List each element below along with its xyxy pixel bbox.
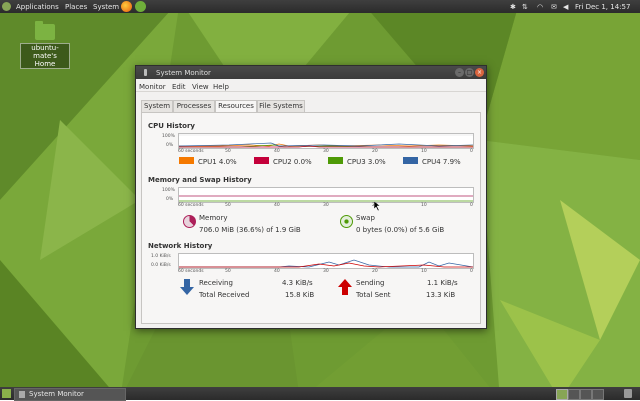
net-x-60: 60 seconds — [178, 269, 204, 274]
memory-graph — [178, 187, 474, 203]
bottom-panel: System Monitor — [0, 387, 640, 401]
network-graph — [178, 253, 474, 269]
mail-icon[interactable]: ✉ — [551, 3, 557, 11]
workspace-4[interactable] — [592, 389, 604, 400]
net-x-50: 50 — [225, 269, 231, 274]
mem-x-60: 60 seconds — [178, 203, 204, 208]
trash-icon[interactable] — [624, 389, 632, 398]
help-launcher-icon[interactable] — [135, 1, 146, 12]
cpu-y-min: 0% — [166, 143, 174, 148]
sending-label: Sending — [356, 279, 385, 287]
cpu-x-30: 30 — [323, 149, 329, 154]
cpu-y-max: 100% — [162, 134, 175, 139]
menu-places[interactable]: Places — [65, 3, 87, 11]
cpu-x-0: 0 — [470, 149, 473, 154]
top-panel: Applications Places System ✱ ⇅ ◠ ✉ ◀ Fri… — [0, 0, 640, 13]
resources-panel: CPU History 100% 0% 60 seconds 50 40 30 … — [141, 112, 481, 324]
menu-applications[interactable]: Applications — [16, 3, 59, 11]
bluetooth-icon[interactable]: ✱ — [510, 3, 516, 11]
memory-history-title: Memory and Swap History — [148, 176, 252, 184]
workspace-2[interactable] — [568, 389, 580, 400]
net-x-40: 40 — [274, 269, 280, 274]
mem-x-50: 50 — [225, 203, 231, 208]
show-desktop-icon[interactable] — [2, 389, 11, 398]
folder-icon — [35, 21, 55, 40]
mem-x-40: 40 — [274, 203, 280, 208]
swap-pie-icon[interactable] — [340, 215, 353, 228]
cpu-graph-lines — [178, 134, 474, 148]
desktop-home-icon[interactable]: ubuntu-mate's Home — [20, 21, 70, 69]
workspace-3[interactable] — [580, 389, 592, 400]
menu-monitor[interactable]: Monitor — [139, 83, 166, 91]
cpu-x-10: 10 — [421, 149, 427, 154]
menu-edit[interactable]: Edit — [172, 83, 186, 91]
distro-logo-icon[interactable] — [2, 2, 11, 11]
net-x-30: 30 — [323, 269, 329, 274]
taskbar-label: System Monitor — [29, 390, 84, 398]
memory-label: Memory — [199, 214, 228, 222]
firefox-launcher-icon[interactable] — [121, 1, 132, 12]
network-icon[interactable]: ⇅ — [522, 3, 528, 11]
clock[interactable]: Fri Dec 1, 14:57 — [575, 3, 630, 11]
menubar: Monitor Edit View Help — [136, 79, 486, 92]
workspace-1[interactable] — [556, 389, 568, 400]
mem-x-10: 10 — [421, 203, 427, 208]
menu-system[interactable]: System — [93, 3, 119, 11]
net-x-10: 10 — [421, 269, 427, 274]
memory-graph-lines — [179, 195, 473, 202]
network-graph-lines — [179, 259, 474, 268]
net-y-min: 0.0 KiB/s — [151, 263, 171, 268]
memory-pie-icon[interactable] — [183, 215, 196, 228]
minimize-button[interactable]: – — [455, 68, 464, 77]
maximize-button[interactable]: □ — [465, 68, 474, 77]
cpu-x-60: 60 seconds — [178, 149, 204, 154]
window-title: System Monitor — [156, 69, 211, 77]
desktop-icon-label: ubuntu-mate's Home — [20, 43, 70, 69]
cpu-graph — [178, 133, 474, 149]
cpu-x-20: 20 — [372, 149, 378, 154]
mem-x-0: 0 — [470, 203, 473, 208]
total-received-label: Total Received — [199, 291, 250, 299]
cpu-history-title: CPU History — [148, 122, 195, 130]
wifi-icon[interactable]: ◠ — [537, 3, 543, 11]
mem-y-min: 0% — [166, 197, 174, 202]
cpu3-label: CPU3 3.0% — [347, 158, 386, 166]
swap-value: 0 bytes (0.0%) of 5.6 GiB — [356, 226, 445, 234]
cpu4-label: CPU4 7.9% — [422, 158, 461, 166]
taskbar-app-icon — [19, 390, 25, 398]
cpu1-color-button[interactable] — [179, 157, 194, 164]
cpu2-label: CPU2 0.0% — [273, 158, 312, 166]
close-button[interactable]: × — [475, 68, 484, 77]
net-y-max: 1.0 KiB/s — [151, 254, 171, 259]
total-sent-label: Total Sent — [356, 291, 391, 299]
receiving-value: 4.3 KiB/s — [282, 279, 313, 287]
sending-arrow-icon[interactable] — [338, 279, 352, 295]
cpu-x-50: 50 — [225, 149, 231, 154]
cpu-x-40: 40 — [274, 149, 280, 154]
taskbar-system-monitor[interactable]: System Monitor — [14, 388, 126, 401]
memory-value: 706.0 MiB (36.6%) of 1.9 GiB — [199, 226, 301, 234]
cpu2-color-button[interactable] — [254, 157, 269, 164]
swap-label: Swap — [356, 214, 375, 222]
mem-y-max: 100% — [162, 188, 175, 193]
app-icon — [144, 69, 147, 76]
receiving-arrow-icon[interactable] — [180, 279, 194, 295]
menu-help[interactable]: Help — [213, 83, 229, 91]
menu-view[interactable]: View — [192, 83, 209, 91]
volume-icon[interactable]: ◀ — [563, 3, 568, 11]
system-monitor-window: System Monitor – □ × Monitor Edit View H… — [135, 65, 487, 329]
total-sent-value: 13.3 KiB — [426, 291, 456, 299]
net-x-20: 20 — [372, 269, 378, 274]
receiving-label: Receiving — [199, 279, 233, 287]
cpu4-color-button[interactable] — [403, 157, 418, 164]
sending-value: 1.1 KiB/s — [427, 279, 458, 287]
mem-x-30: 30 — [323, 203, 329, 208]
cpu1-label: CPU1 4.0% — [198, 158, 237, 166]
total-received-value: 15.8 KiB — [285, 291, 315, 299]
mouse-cursor-icon — [374, 201, 381, 211]
network-history-title: Network History — [148, 242, 213, 250]
window-titlebar[interactable]: System Monitor – □ × — [136, 66, 486, 79]
cpu3-color-button[interactable] — [328, 157, 343, 164]
net-x-0: 0 — [470, 269, 473, 274]
